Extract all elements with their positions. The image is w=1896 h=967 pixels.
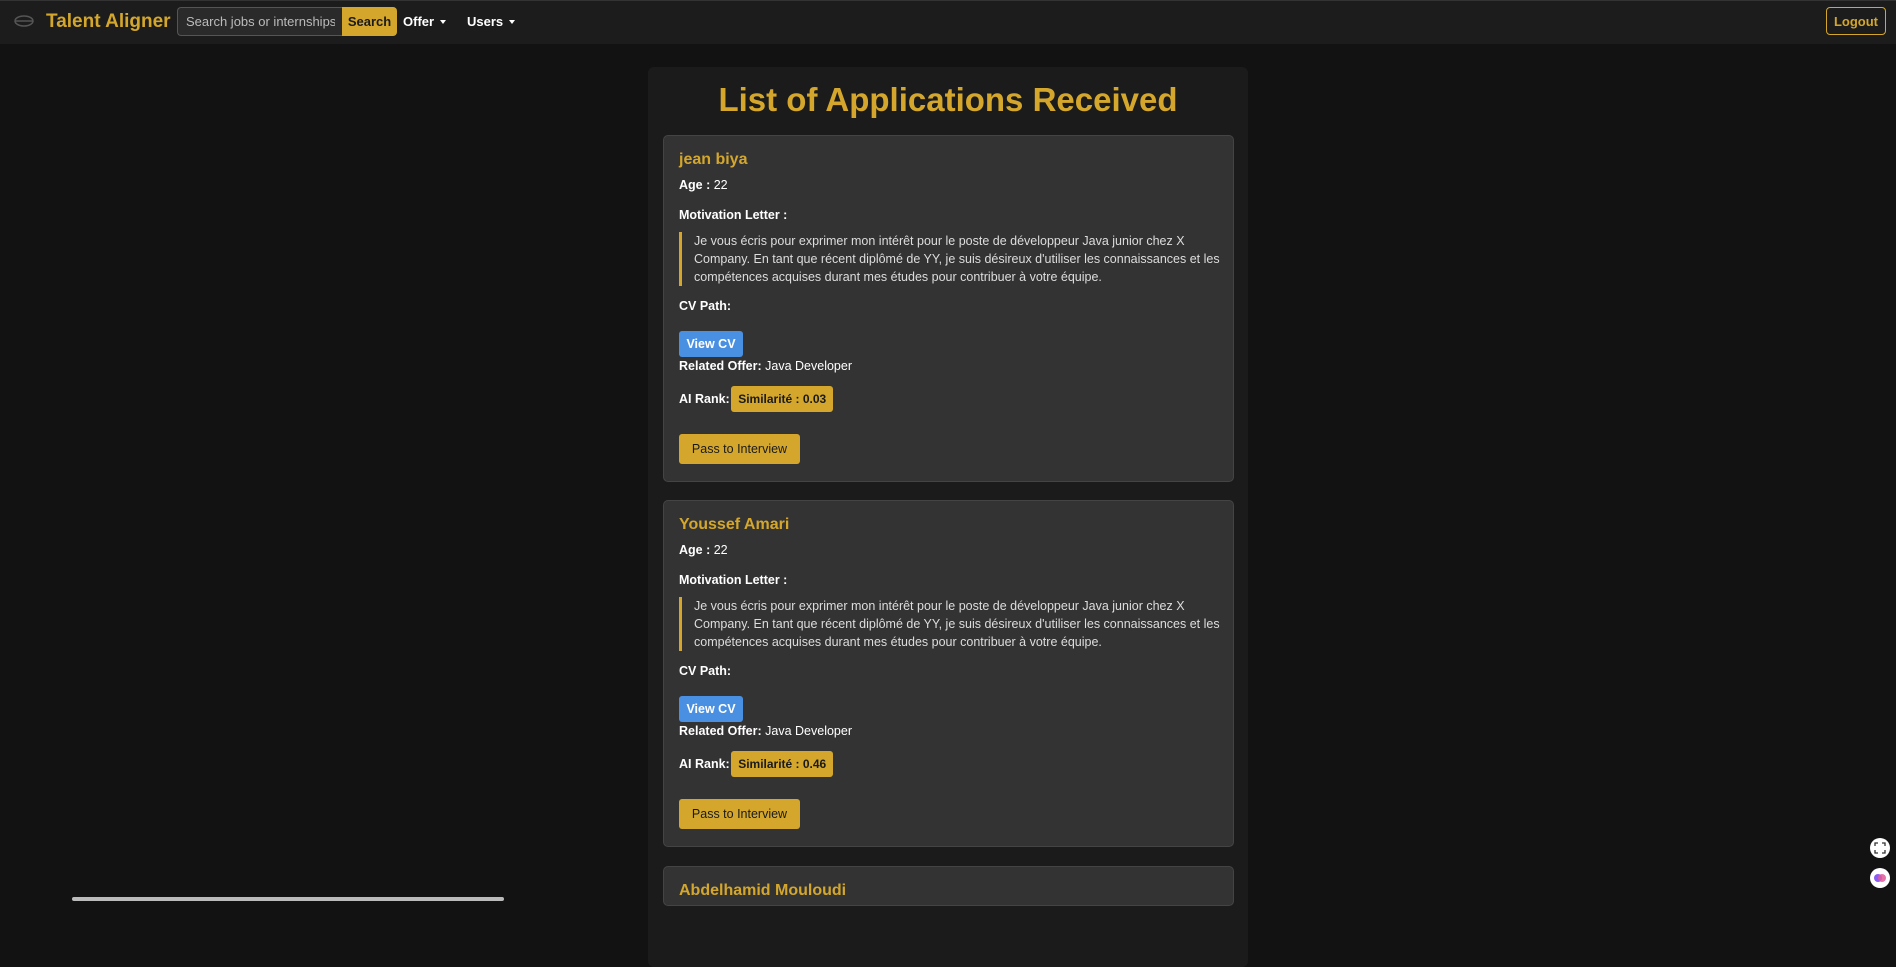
offer-menu[interactable]: Offer: [403, 14, 447, 29]
ai-rank-label: AI Rank:: [679, 757, 730, 771]
age-value: 22: [713, 178, 728, 192]
applicant-name: jean biya: [679, 151, 748, 168]
pass-to-interview-button[interactable]: Pass to Interview: [679, 799, 800, 829]
ai-rank-label: AI Rank:: [679, 392, 730, 406]
top-navbar: Talent Aligner Search Offer Users Logout: [0, 0, 1896, 44]
similarity-badge: Similarité : 0.46: [731, 751, 834, 777]
applicant-name: Abdelhamid Mouloudi: [679, 882, 847, 899]
related-offer-value: Java Developer: [765, 724, 852, 738]
related-offer-row: Related Offer: Java Developer: [679, 359, 852, 373]
applicant-name: Youssef Amari: [679, 516, 790, 533]
motivation-label: Motivation Letter :: [679, 208, 787, 222]
horizontal-scrollbar[interactable]: [72, 897, 504, 901]
related-offer-label: Related Offer:: [679, 724, 762, 738]
ai-rank-row: AI Rank: Similarité : 0.03: [679, 386, 834, 412]
age-label: Age :: [679, 543, 711, 557]
chevron-down-icon: [509, 19, 516, 24]
cv-path-label: CV Path:: [679, 299, 731, 313]
age-row: Age : 22: [679, 543, 728, 557]
motivation-letter: Je vous écris pour exprimer mon intérêt …: [679, 232, 1220, 286]
cv-path-label: CV Path:: [679, 664, 731, 678]
application-card: Abdelhamid Mouloudi: [663, 866, 1234, 906]
age-row: Age : 22: [679, 178, 728, 192]
cv-path-label-text: CV Path:: [679, 664, 732, 678]
age-label: Age :: [679, 178, 711, 192]
users-menu-label: Users: [467, 14, 504, 29]
related-offer-row: Related Offer: Java Developer: [679, 724, 852, 738]
logout-button[interactable]: Logout: [1826, 7, 1886, 35]
search-input[interactable]: [177, 7, 343, 36]
search-button[interactable]: Search: [342, 7, 397, 36]
assistant-icon[interactable]: [1870, 868, 1890, 888]
application-card: Youssef Amari Age : 22 Motivation Letter…: [663, 500, 1234, 847]
motivation-letter: Je vous écris pour exprimer mon intérêt …: [679, 597, 1220, 651]
brand-title[interactable]: Talent Aligner: [46, 11, 171, 33]
users-menu[interactable]: Users: [467, 14, 516, 29]
motivation-label-text: Motivation Letter :: [679, 573, 788, 587]
chevron-down-icon: [440, 19, 447, 24]
page-title: List of Applications Received: [718, 81, 1178, 118]
related-offer-value: Java Developer: [765, 359, 852, 373]
application-card: jean biya Age : 22 Motivation Letter : J…: [663, 135, 1234, 482]
age-value: 22: [713, 543, 728, 557]
view-cv-button[interactable]: View CV: [679, 331, 743, 357]
related-offer-label: Related Offer:: [679, 359, 762, 373]
screenshot-icon[interactable]: [1870, 838, 1890, 858]
logo-icon: [14, 15, 34, 27]
motivation-label: Motivation Letter :: [679, 573, 787, 587]
ai-rank-row: AI Rank: Similarité : 0.46: [679, 751, 834, 777]
offer-menu-label: Offer: [403, 14, 435, 29]
pass-to-interview-button[interactable]: Pass to Interview: [679, 434, 800, 464]
applications-panel: List of Applications Received jean biya …: [648, 67, 1248, 967]
motivation-label-text: Motivation Letter :: [679, 208, 788, 222]
similarity-badge: Similarité : 0.03: [731, 386, 834, 412]
view-cv-button[interactable]: View CV: [679, 696, 743, 722]
cv-path-label-text: CV Path:: [679, 299, 732, 313]
